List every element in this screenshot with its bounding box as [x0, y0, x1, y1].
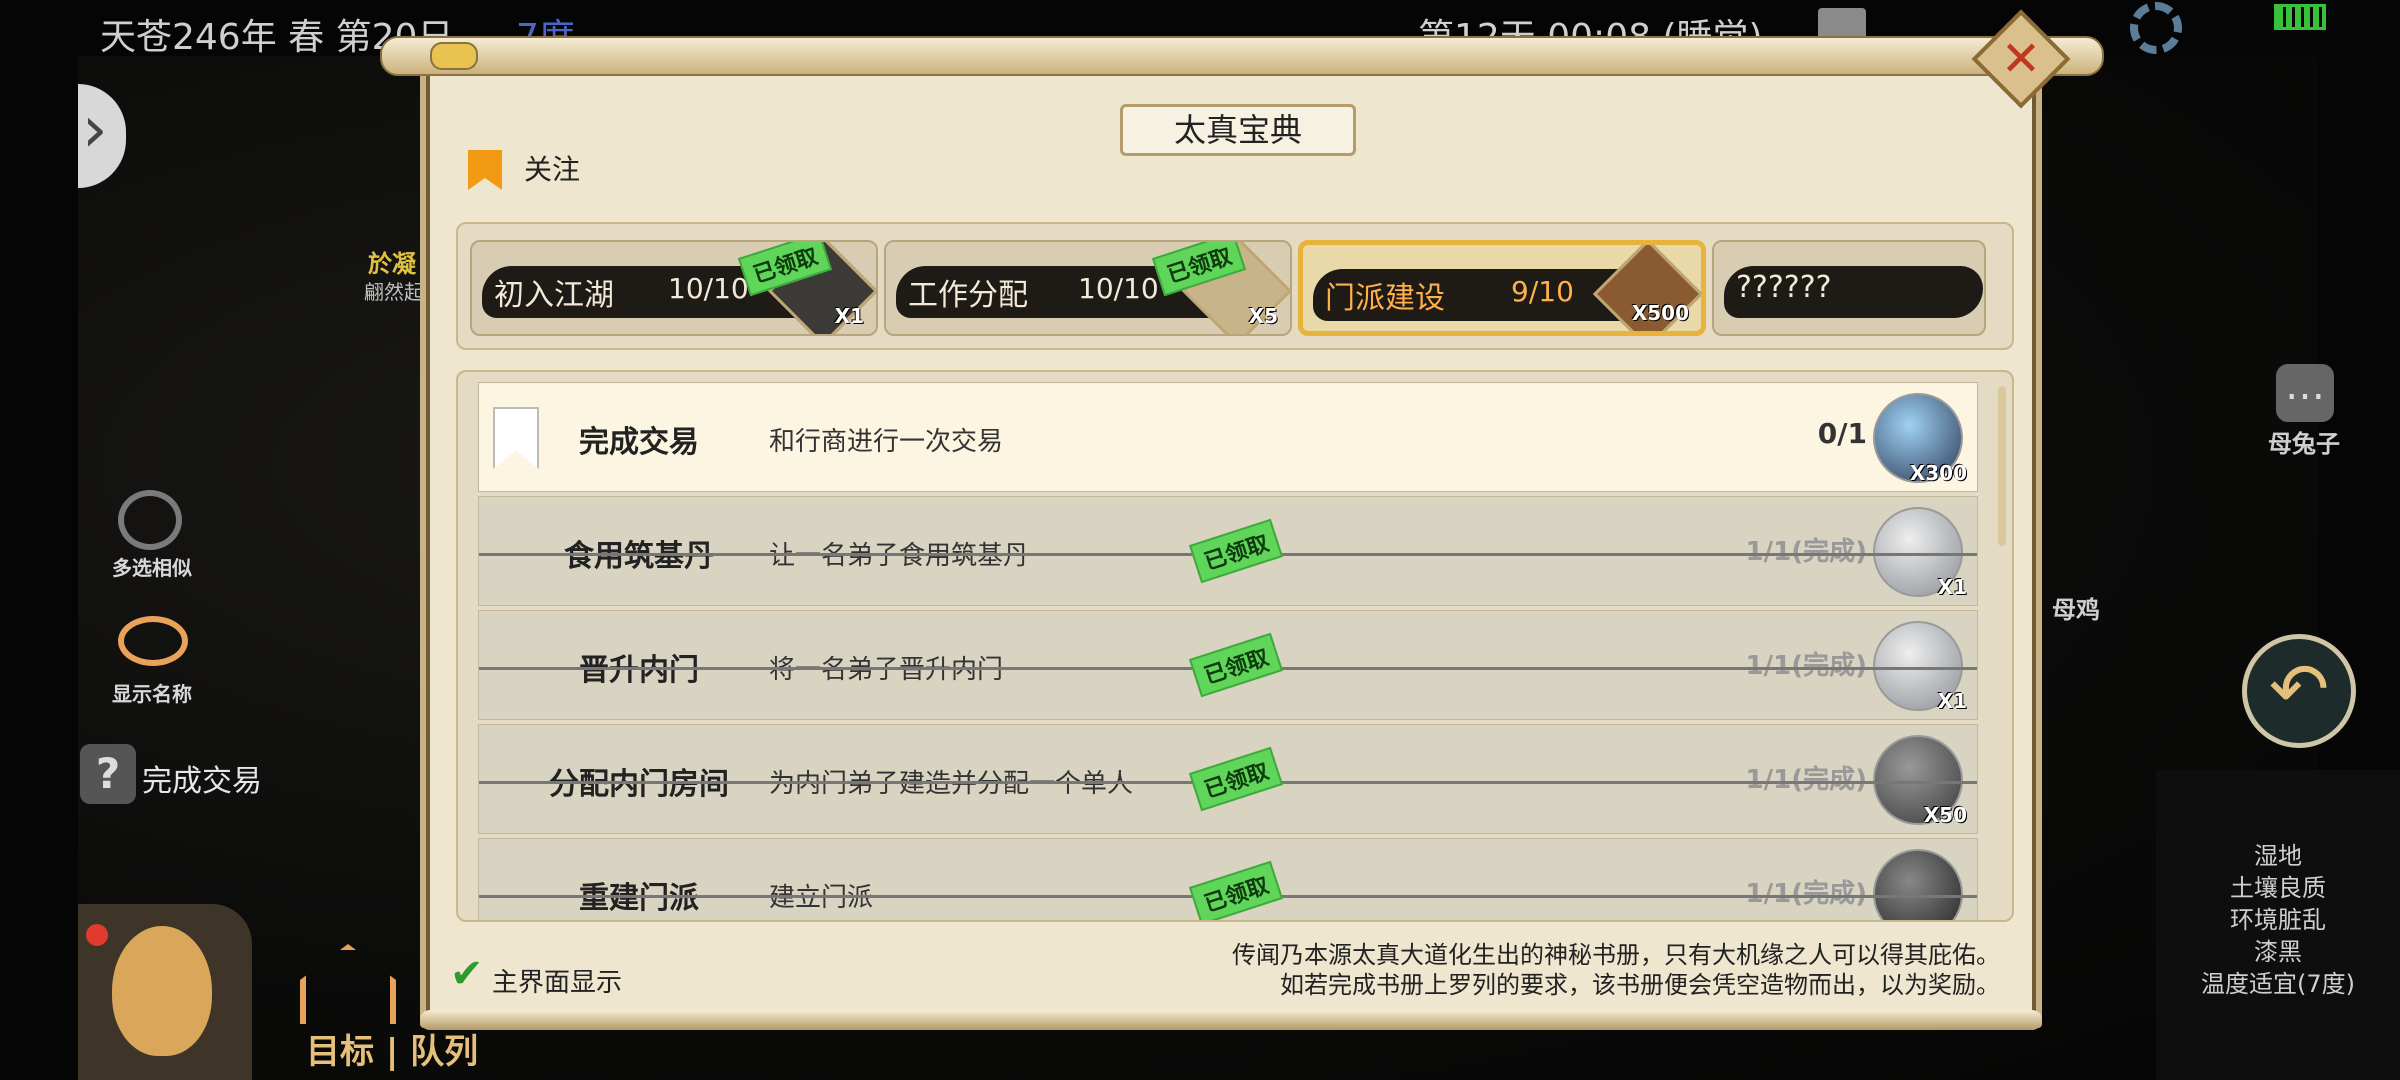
multi-select-label: 多选相似 [112, 556, 192, 580]
info-line: 漆黑 [2254, 938, 2302, 966]
checkbox-checked-icon[interactable]: ✔ [450, 954, 486, 994]
task-name: 完成交易 [579, 425, 699, 460]
reward-qty: X1 [834, 304, 864, 328]
scroll-ornament [430, 42, 478, 70]
panel-bottom-scroll-bar [420, 1010, 2042, 1030]
lore-line: 如若完成书册上罗列的要求，该书册便会凭空造物而出，以为奖励。 [1280, 971, 2000, 999]
category-count: 10/10 [668, 272, 749, 305]
claimed-stamp: 已领取 [1188, 860, 1284, 920]
task-row[interactable]: 重建门派 建立门派 1/1(完成) 已领取 [478, 838, 1978, 920]
category-name: 初入江湖 [494, 278, 614, 313]
task-list-scrollbar[interactable] [1998, 386, 2006, 546]
reward-qty: X50 [1923, 803, 1967, 827]
battery-icon [2274, 4, 2326, 30]
lore-text: 传闻乃本源太真大道化生出的神秘书册，只有大机缘之人可以得其庇佑。 如若完成书册上… [1100, 940, 2000, 1000]
main-display-label[interactable]: 主界面显示 [492, 962, 622, 999]
scene-label-1: 於凝 [368, 250, 416, 278]
question-icon[interactable]: ? [80, 744, 136, 804]
scene-label-2: 翩然起 [364, 280, 424, 304]
gear-icon[interactable] [2130, 2, 2182, 54]
task-row[interactable]: 分配内门房间 为内门弟子建造并分配一个单人 1/1(完成) X50 已领取 [478, 724, 1978, 834]
info-line: 温度适宜(7度) [2201, 970, 2355, 998]
tile-info-panel: 湿地 土壤良质 环境脏乱 漆黑 温度适宜(7度) [2156, 770, 2400, 1080]
task-progress: 1/1(完成) [1745, 537, 1867, 567]
claimed-stamp: 已领取 [1188, 518, 1284, 584]
close-icon[interactable]: ✕ [1996, 34, 2046, 84]
task-row[interactable]: 晋升内门 将一名弟子晋升内门 1/1(完成) X1 已领取 [478, 610, 1978, 720]
info-line: 土壤良质 [2230, 874, 2326, 902]
gourd-icon [112, 926, 212, 1056]
task-progress: 0/1 [1817, 417, 1867, 450]
task-progress: 1/1(完成) [1745, 879, 1867, 909]
task-desc: 和行商进行一次交易 [769, 427, 1004, 457]
reward-qty: X500 [1631, 301, 1689, 325]
iron-ore-icon [1873, 849, 1963, 920]
category-tab-4[interactable]: ?????? [1712, 240, 1986, 336]
category-count: 9/10 [1511, 275, 1574, 308]
follow-label[interactable]: 关注 [524, 148, 580, 188]
info-line: 湿地 [2254, 842, 2302, 870]
panel-title: 太真宝典 [1120, 104, 1356, 156]
task-row[interactable]: 完成交易 和行商进行一次交易 0/1 X300 [478, 382, 1978, 492]
category-name: 门派建设 [1325, 281, 1445, 316]
category-tab-3[interactable]: 门派建设 9/10 X500 [1298, 240, 1706, 336]
gourd-button[interactable] [78, 904, 252, 1080]
undo-arrow-icon[interactable]: ↶ [2242, 634, 2356, 748]
lore-line: 传闻乃本源太真大道化生出的神秘书册，只有大机缘之人可以得其庇佑。 [1232, 941, 2000, 969]
bookmark-icon[interactable] [493, 407, 539, 469]
reward-qty: X300 [1909, 461, 1967, 485]
claimed-stamp: 已领取 [1188, 746, 1284, 812]
category-tab-1[interactable]: 初入江湖 10/10 X1 已领取 [470, 240, 878, 336]
category-tab-2[interactable]: 工作分配 10/10 X5 已领取 [884, 240, 1292, 336]
category-name: 工作分配 [908, 278, 1028, 313]
task-progress: 1/1(完成) [1745, 651, 1867, 681]
chevron-right-icon: › [82, 93, 108, 167]
show-names-button[interactable]: 显示名称 [100, 612, 204, 706]
task-row[interactable]: 食用筑基丹 让一名弟子食用筑基丹 1/1(完成) X1 已领取 [478, 496, 1978, 606]
claimed-stamp: 已领取 [1188, 632, 1284, 698]
task-progress: 1/1(完成) [1745, 765, 1867, 795]
task-list[interactable]: 完成交易 和行商进行一次交易 0/1 X300 食用筑基丹 让一名弟子食用筑基丹… [456, 370, 2014, 922]
reward-qty: X1 [1937, 689, 1967, 713]
eye-icon [118, 616, 188, 666]
notification-dot [86, 924, 108, 946]
rabbit-label[interactable]: 母兔子 [2268, 424, 2340, 459]
reward-qty: X5 [1248, 304, 1278, 328]
chat-bubble-icon[interactable]: … [2276, 364, 2334, 422]
reward-qty: X1 [1937, 575, 1967, 599]
cursor-icon [118, 490, 182, 550]
panel-top-scroll-bar [380, 36, 2104, 76]
info-line: 环境脏乱 [2230, 906, 2326, 934]
category-count: 10/10 [1078, 272, 1159, 305]
multi-select-button[interactable]: 多选相似 [100, 490, 204, 580]
quest-hint[interactable]: 完成交易 [142, 756, 262, 800]
category-name: ?????? [1736, 270, 1832, 305]
target-queue-label[interactable]: 目标 | 队列 [306, 1024, 478, 1073]
chicken-label[interactable]: 母鸡 [2052, 590, 2100, 625]
show-names-label: 显示名称 [112, 682, 192, 706]
